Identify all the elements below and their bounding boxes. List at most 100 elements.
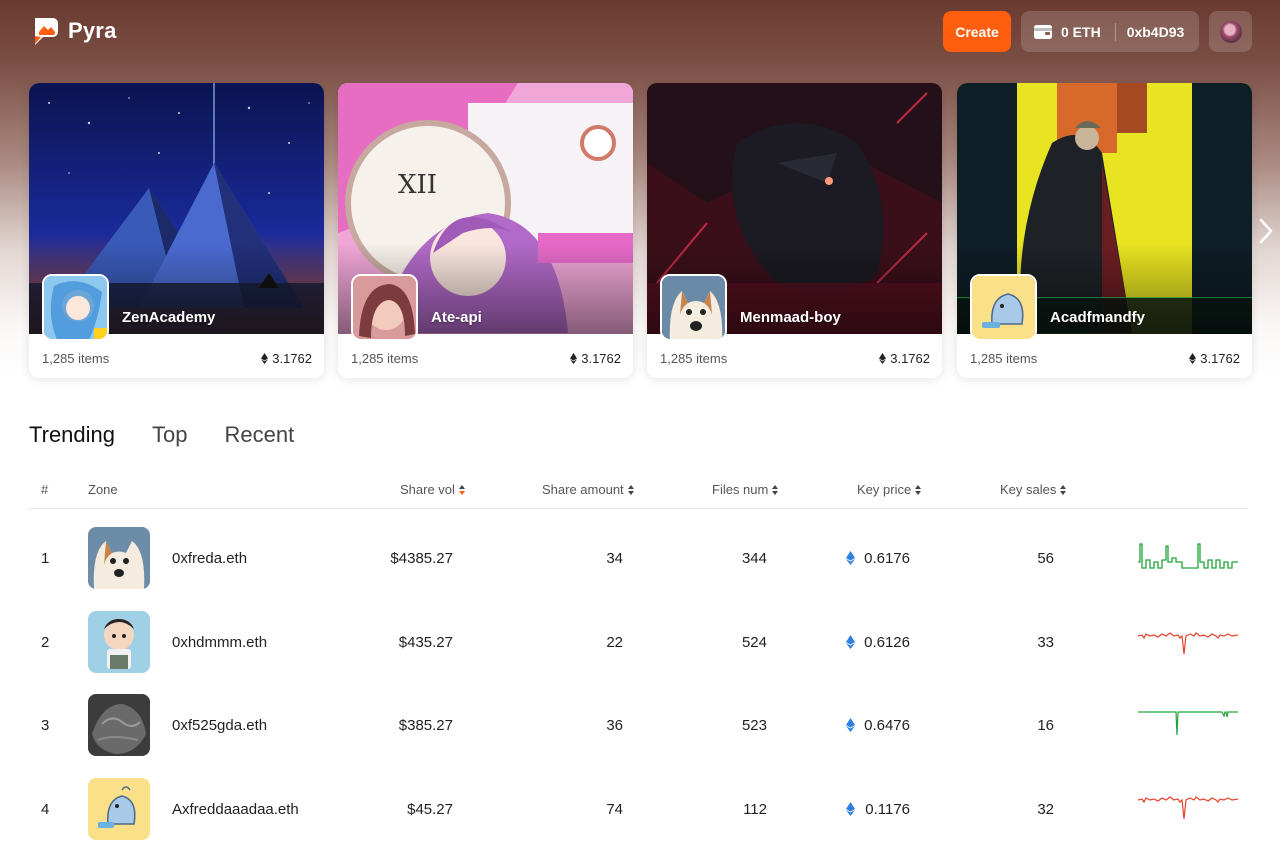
row-rank: 2 — [41, 634, 50, 651]
table-row[interactable]: 4 Axfreddaaadaa.eth $45.27 74 112 0.1176… — [0, 767, 1280, 851]
eth-icon — [570, 353, 578, 364]
key-price: 0.6176 — [864, 550, 910, 567]
collection-items: 1,285 items — [970, 351, 1038, 366]
key-sales: 33 — [1037, 634, 1054, 651]
column-label: Key price — [857, 482, 912, 497]
eth-icon — [261, 353, 269, 364]
files-num: 523 — [741, 717, 767, 734]
featured-card[interactable]: Acadfmandfy 1,285 items 3.1762 — [957, 83, 1252, 378]
eth-icon — [879, 353, 887, 364]
column-header-zone: Zone — [88, 482, 118, 497]
collection-items: 1,285 items — [42, 351, 110, 366]
share-vol: $435.27 — [398, 634, 453, 651]
files-num: 112 — [743, 801, 767, 818]
profile-button[interactable] — [1209, 11, 1252, 52]
wallet-balance: 0 ETH — [1061, 23, 1101, 40]
collection-name: Ate-api — [431, 309, 482, 326]
collection-avatar — [42, 274, 109, 341]
chevron-right-icon[interactable] — [1256, 216, 1276, 246]
key-price: 0.6476 — [864, 717, 910, 734]
row-rank: 3 — [41, 717, 50, 734]
zone-name[interactable]: Axfreddaaadaa.eth — [172, 801, 299, 818]
collection-name: ZenAcademy — [122, 309, 216, 326]
sort-icon — [458, 484, 465, 495]
featured-card[interactable]: Menmaad-boy 1,285 items 3.1762 — [647, 83, 942, 378]
zone-avatar — [88, 694, 150, 756]
wallet-button[interactable]: 0 ETH 0xb4D93 — [1021, 11, 1199, 52]
create-button[interactable]: Create — [943, 11, 1011, 52]
column-label: Share vol — [400, 482, 455, 497]
files-num: 344 — [741, 550, 767, 567]
zone-avatar — [88, 611, 150, 673]
zone-name[interactable]: 0xf525gda.eth — [172, 717, 267, 734]
collection-name: Acadfmandfy — [1050, 309, 1146, 326]
collection-avatar — [351, 274, 418, 341]
share-vol: $385.27 — [398, 717, 453, 734]
column-header-rank: # — [41, 482, 49, 497]
collection-name: Menmaad-boy — [740, 309, 841, 326]
featured-card[interactable]: ZenAcademy 1,285 items 3.1762 — [29, 83, 324, 378]
trend-sparkline — [1138, 711, 1238, 736]
price-value: 3.1762 — [890, 351, 930, 366]
share-amount: 22 — [606, 634, 623, 651]
key-sales: 32 — [1037, 801, 1054, 818]
files-num: 524 — [741, 634, 767, 651]
sort-icon — [915, 484, 922, 495]
avatar — [1219, 20, 1242, 43]
column-header-key-sales[interactable]: Key sales — [1000, 482, 1067, 497]
zone-avatar — [88, 778, 150, 840]
zone-avatar — [88, 527, 150, 589]
key-price: 0.6126 — [864, 634, 910, 651]
key-price: 0.1176 — [865, 801, 910, 818]
trend-sparkline — [1138, 796, 1238, 820]
zone-name[interactable]: 0xfreda.eth — [172, 550, 247, 567]
table-header-divider — [28, 508, 1248, 509]
column-header-share-amount[interactable]: Share amount — [542, 482, 634, 497]
logo[interactable]: Pyra — [31, 16, 117, 46]
share-vol: $45.27 — [407, 801, 453, 818]
ranking-tabs: Trending Top Recent — [29, 422, 294, 448]
tab-recent[interactable]: Recent — [225, 422, 295, 448]
column-header-share-vol[interactable]: Share vol — [400, 482, 465, 497]
app-name: Pyra — [68, 18, 117, 43]
table-row[interactable]: 2 0xhdmmm.eth $435.27 22 524 0.6126 33 — [0, 600, 1280, 684]
column-label: Share amount — [542, 482, 624, 497]
wallet-icon — [1034, 24, 1052, 39]
trend-sparkline — [1138, 632, 1238, 655]
price-value: 3.1762 — [272, 351, 312, 366]
top-bar: Pyra Create 0 ETH 0xb4D93 — [0, 0, 1280, 64]
tab-trending[interactable]: Trending — [29, 422, 115, 448]
share-vol: $4385.27 — [390, 550, 453, 567]
price-value: 3.1762 — [1200, 351, 1240, 366]
sort-icon — [772, 484, 779, 495]
tab-top[interactable]: Top — [152, 422, 187, 448]
share-amount: 74 — [606, 801, 623, 818]
share-amount: 34 — [606, 550, 623, 567]
collection-price: 3.1762 — [570, 351, 621, 366]
price-value: 3.1762 — [581, 351, 621, 366]
collection-items: 1,285 items — [351, 351, 419, 366]
collection-items: 1,285 items — [660, 351, 728, 366]
svg-text:XII: XII — [398, 170, 437, 200]
share-amount: 36 — [606, 717, 623, 734]
column-header-files-num[interactable]: Files num — [712, 482, 779, 497]
column-header-key-price[interactable]: Key price — [857, 482, 922, 497]
collection-price: 3.1762 — [879, 351, 930, 366]
collection-price: 3.1762 — [261, 351, 312, 366]
table-row[interactable]: 1 0xfreda.eth $4385.27 34 344 0.6176 56 — [0, 516, 1280, 600]
trend-sparkline — [1138, 543, 1238, 569]
key-sales: 16 — [1037, 717, 1054, 734]
wallet-address: 0xb4D93 — [1126, 23, 1185, 40]
wallet-divider — [1114, 22, 1116, 41]
key-sales: 56 — [1037, 550, 1054, 567]
eth-icon — [1189, 353, 1197, 364]
column-label: Key sales — [1000, 482, 1057, 497]
row-rank: 4 — [41, 801, 50, 818]
featured-card[interactable]: XII Ate-api 1,285 items 3.1762 — [338, 83, 633, 378]
table-row[interactable]: 3 0xf525gda.eth $385.27 36 523 0.6476 16 — [0, 683, 1280, 767]
zone-name[interactable]: 0xhdmmm.eth — [172, 634, 267, 651]
sort-icon — [627, 484, 634, 495]
logo-icon — [35, 18, 58, 45]
column-label: Files num — [712, 482, 769, 497]
sort-icon — [1060, 484, 1067, 495]
